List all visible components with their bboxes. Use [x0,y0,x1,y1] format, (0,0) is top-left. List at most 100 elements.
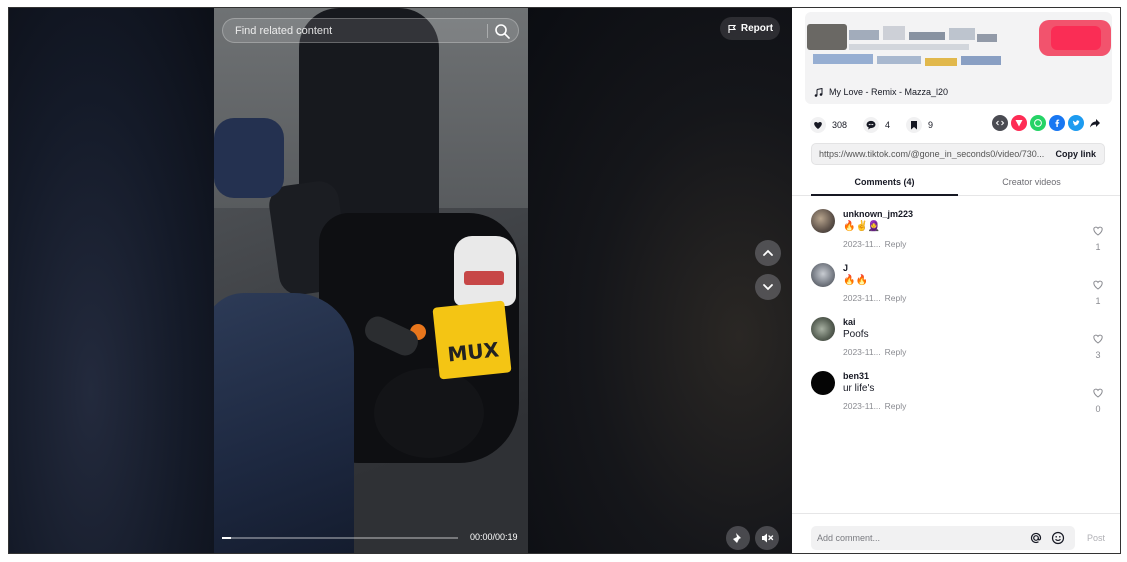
tab-comments[interactable]: Comments (4) [811,177,958,187]
comment-date: 2023-11... [843,293,881,303]
video-progress-bar[interactable] [222,537,458,539]
comment-like-button[interactable]: 1 [1090,223,1106,252]
previous-video-button[interactable] [755,240,781,266]
post-button[interactable]: Post [1087,533,1105,543]
comment-date: 2023-11... [843,239,881,249]
license-plate: MUX [432,300,512,380]
pin-icon [733,533,741,543]
emoji-button[interactable] [1051,531,1065,545]
comment-username[interactable]: J [843,263,848,273]
comment-text: Poofs [843,329,869,340]
comment-input[interactable] [817,526,1017,550]
search-divider [487,24,488,38]
comment-like-count: 3 [1095,350,1101,360]
comment-date: 2023-11... [843,401,881,411]
music-info[interactable]: My Love - Remix - Mazza_l20 [814,87,948,97]
comment-meta: 2023-11... Reply [843,239,906,249]
avatar[interactable] [811,209,835,233]
comment-item: kai Poofs 2023-11... Reply 3 [811,317,1106,363]
save-count: 9 [928,120,934,130]
save-stat[interactable]: 9 [906,117,933,133]
facebook-share-button[interactable] [1049,115,1065,131]
details-panel: My Love - Remix - Mazza_l20 308 4 9 http… [792,8,1120,553]
avatar[interactable] [811,371,835,395]
flag-icon [728,24,736,33]
comment-input-box[interactable] [811,526,1075,550]
video-progress-fill [222,537,232,539]
mute-button[interactable] [755,526,779,550]
avatar[interactable] [811,317,835,341]
reply-button[interactable]: Reply [885,239,907,249]
video-time: 00:00/00:19 [470,532,518,542]
copy-link-button[interactable]: Copy link [1055,149,1096,159]
like-count: 308 [832,120,848,130]
twitter-share-button[interactable] [1068,115,1084,131]
comment-stat[interactable]: 4 [863,117,890,133]
comment-item: J 🔥🔥 2023-11... Reply 1 [811,263,1106,309]
license-plate-text: MUX [446,337,501,367]
heart-outline-icon [1093,280,1103,290]
video-player-area[interactable]: MUX Report [9,8,792,553]
reply-button[interactable]: Reply [885,347,907,357]
comment-bubble-icon [863,117,880,133]
whatsapp-share-button[interactable] [1030,115,1046,131]
report-button[interactable]: Report [720,17,780,40]
search-bar[interactable] [222,18,519,43]
avatar[interactable] [811,263,835,287]
comment-meta: 2023-11... Reply [843,293,906,303]
volume-muted-icon [762,533,774,543]
search-input[interactable] [235,19,480,42]
smiley-icon [1051,531,1065,545]
whatsapp-icon [1034,119,1042,127]
tab-creator-videos[interactable]: Creator videos [958,177,1105,187]
comment-text: 🔥🔥 [843,275,868,286]
comment-count: 4 [885,120,891,130]
more-share-button[interactable] [1087,115,1103,131]
obscured-caption-image [807,20,1111,66]
engagement-stats: 308 4 9 [810,115,949,135]
like-stat[interactable]: 308 [810,117,847,133]
reply-button[interactable]: Reply [885,293,907,303]
video-frame[interactable]: MUX [214,8,528,553]
panel-tabs: Comments (4) Creator videos [792,172,1120,196]
active-tab-indicator [811,194,958,196]
comment-username[interactable]: unknown_jm223 [843,209,913,219]
chevron-down-icon [763,284,773,291]
code-icon [995,120,1005,126]
comment-like-button[interactable]: 1 [1090,277,1106,306]
float-player-button[interactable] [726,526,750,550]
at-sign-icon [1030,532,1042,543]
report-label: Report [740,23,774,34]
music-title: My Love - Remix - Mazza_l20 [829,87,949,97]
mention-button[interactable] [1029,531,1043,545]
heart-outline-icon [1093,388,1103,398]
foreground-jacket [214,293,354,553]
send-icon [1015,120,1023,127]
music-note-icon [814,87,823,97]
app-window: MUX Report [8,7,1121,554]
video-info-card: My Love - Remix - Mazza_l20 [805,12,1112,104]
embed-share-button[interactable] [992,115,1008,131]
comment-like-button[interactable]: 0 [1090,385,1106,414]
comment-like-count: 0 [1095,404,1101,414]
comment-username[interactable]: ben31 [843,371,869,381]
comment-item: ben31 ur life's 2023-11... Reply 0 [811,371,1106,417]
share-arrow-icon [1090,119,1100,128]
comment-text: 🔥✌🧕 [843,221,881,232]
bookmark-icon [906,117,923,133]
comment-text: ur life's [843,383,875,394]
search-icon [495,24,510,39]
blurred-background-right [528,8,792,553]
comment-like-button[interactable]: 3 [1090,331,1106,360]
share-options [992,115,1103,131]
chevron-up-icon [763,249,773,256]
send-to-friends-button[interactable] [1011,115,1027,131]
next-video-button[interactable] [755,274,781,300]
search-button[interactable] [493,22,513,40]
comment-item: unknown_jm223 🔥✌🧕 2023-11... Reply 1 [811,209,1106,255]
comment-like-count: 1 [1095,242,1101,252]
comment-composer: Post [792,513,1120,553]
reply-button[interactable]: Reply [885,401,907,411]
comment-username[interactable]: kai [843,317,856,327]
rear-wheel [374,368,484,458]
